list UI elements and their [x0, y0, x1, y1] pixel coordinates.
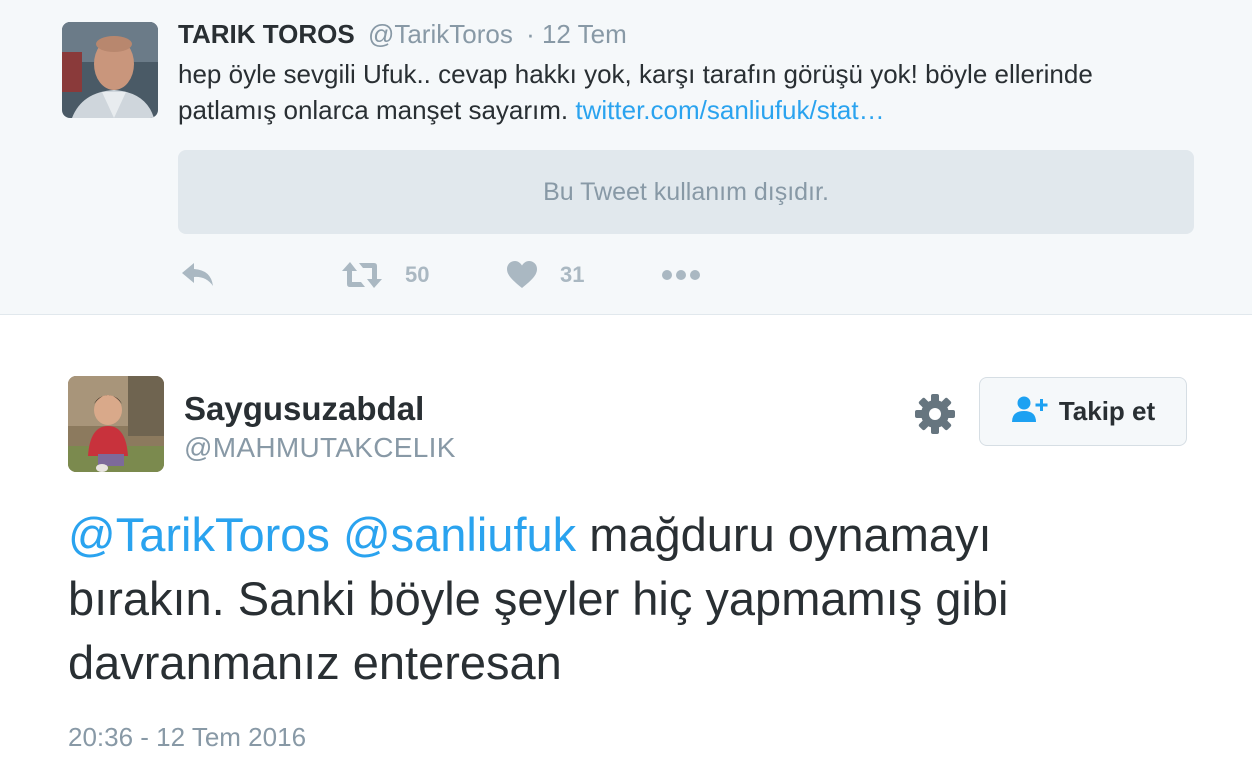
more-dots-icon	[661, 268, 701, 282]
tweet-text: @TarikToros @sanliufuk mağduru oynamayı …	[68, 503, 1208, 695]
settings-button[interactable]	[914, 393, 956, 435]
parent-author-name[interactable]: TARIK TOROS	[178, 19, 355, 49]
tweet-timestamp[interactable]: 20:36 - 12 Tem 2016	[68, 722, 306, 753]
more-options-button[interactable]	[661, 255, 701, 295]
parent-tweet-text-line: hep öyle sevgili Ufuk.. cevap hakkı yok,…	[178, 59, 1093, 89]
parent-tweet[interactable]: TARIK TOROS @TarikToros · 12 Tem hep öyl…	[0, 0, 1252, 315]
author-avatar[interactable]	[68, 376, 164, 472]
like-button[interactable]: 31	[506, 255, 584, 295]
follow-button[interactable]: Takip et	[979, 377, 1187, 446]
mention-link[interactable]: @sanliufuk	[343, 508, 576, 561]
parent-tweet-link[interactable]: twitter.com/sanliufuk/stat…	[575, 95, 884, 125]
mention-link[interactable]: @TarikToros	[68, 508, 330, 561]
tweet-text-segment: mağduru oynamayı	[576, 508, 992, 561]
parent-tweet-actions: 50 31	[178, 255, 778, 295]
reply-button[interactable]	[180, 255, 216, 295]
retweet-count: 50	[405, 262, 430, 287]
parent-tweet-text: hep öyle sevgili Ufuk.. cevap hakkı yok,…	[178, 56, 1188, 128]
tweet-text-line: @TarikToros @sanliufuk mağduru oynamayı	[68, 503, 1208, 567]
follow-button-label: Takip et	[1058, 396, 1156, 426]
add-user-icon	[1011, 395, 1049, 428]
withheld-tweet-notice: Bu Tweet kullanım dışıdır.	[178, 150, 1194, 234]
tweet-text-line: bırakın. Sanki böyle şeyler hiç yapmamış…	[68, 572, 1009, 625]
parent-tweet-text-segment: patlamış onlarca manşet sayarım.	[178, 95, 569, 125]
parent-tweet-date[interactable]: · 12 Tem	[526, 19, 627, 49]
parent-author-avatar[interactable]	[62, 22, 158, 118]
like-count: 31	[560, 262, 585, 287]
author-handle[interactable]: @MAHMUTAKCELIK	[184, 432, 456, 464]
parent-tweet-header: TARIK TOROS @TarikToros · 12 Tem	[178, 19, 627, 50]
retweet-button[interactable]: 50	[341, 255, 429, 295]
parent-tweet-text-line: patlamış onlarca manşet sayarım. twitter…	[178, 92, 1188, 128]
heart-icon	[506, 260, 538, 290]
gear-icon	[914, 394, 956, 439]
reply-icon	[180, 260, 216, 290]
tweet-text-line: davranmanız enteresan	[68, 636, 562, 689]
author-name[interactable]: Saygusuzabdal	[184, 390, 424, 428]
retweet-icon	[341, 260, 383, 290]
parent-author-handle[interactable]: @TarikToros	[368, 19, 513, 49]
